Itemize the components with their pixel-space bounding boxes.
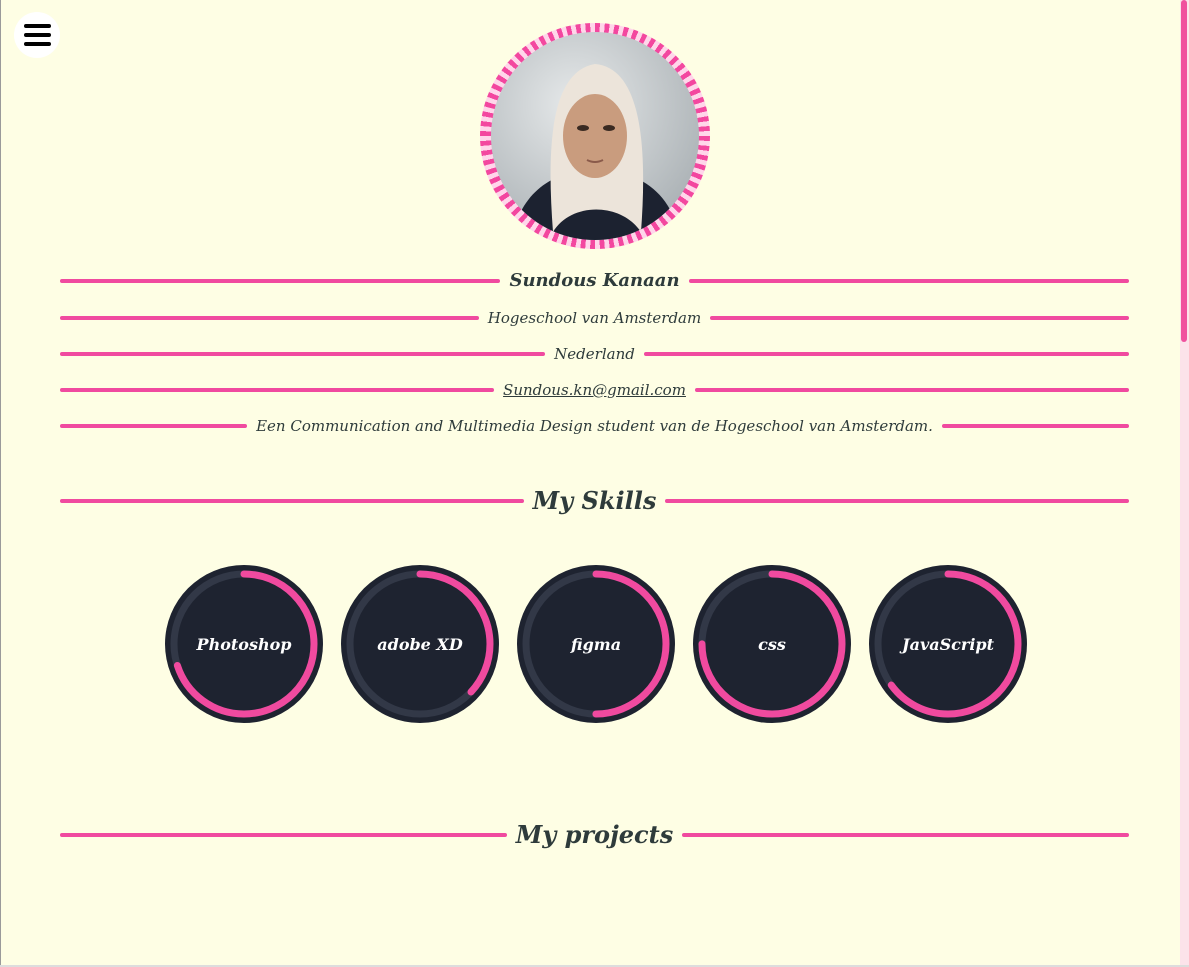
scrollbar-thumb[interactable] (1181, 0, 1187, 342)
profile-school: Hogeschool van Amsterdam (487, 309, 702, 327)
avatar (491, 32, 699, 240)
page-left-border (0, 0, 1, 967)
profile-description: Een Communication and Multimedia Design … (256, 417, 933, 435)
skills-heading-row: My Skills (60, 486, 1130, 515)
scrollbar[interactable] (1180, 0, 1189, 967)
description-row: Een Communication and Multimedia Design … (60, 417, 1130, 435)
school-row: Hogeschool van Amsterdam (60, 309, 1130, 327)
skill-label: JavaScript (902, 634, 994, 654)
avatar-frame (480, 23, 710, 249)
skill-label: adobe XD (377, 634, 463, 654)
skill-label: css (758, 634, 786, 654)
skill-css[interactable]: css (691, 563, 853, 725)
profile-name: Sundous Kanaan (509, 270, 680, 291)
skills-list: Photoshop adobe XD figma css JavaScript (0, 563, 1189, 725)
profile-country: Nederland (554, 345, 635, 363)
email-row: Sundous.kn@gmail.com (60, 381, 1129, 399)
skill-photoshop[interactable]: Photoshop (163, 563, 325, 725)
skill-javascript[interactable]: JavaScript (867, 563, 1029, 725)
email-link[interactable]: Sundous.kn@gmail.com (503, 381, 686, 399)
skill-figma[interactable]: figma (515, 563, 677, 725)
projects-title: My projects (515, 820, 674, 849)
projects-heading-row: My projects (60, 820, 1129, 849)
skill-label: figma (570, 634, 622, 654)
skills-title: My Skills (532, 486, 657, 515)
name-row: Sundous Kanaan (60, 270, 1129, 291)
skill-label: Photoshop (196, 634, 292, 654)
skill-adobe-xd[interactable]: adobe XD (339, 563, 501, 725)
hamburger-menu-icon[interactable] (14, 12, 60, 58)
country-row: Nederland (60, 345, 1129, 363)
